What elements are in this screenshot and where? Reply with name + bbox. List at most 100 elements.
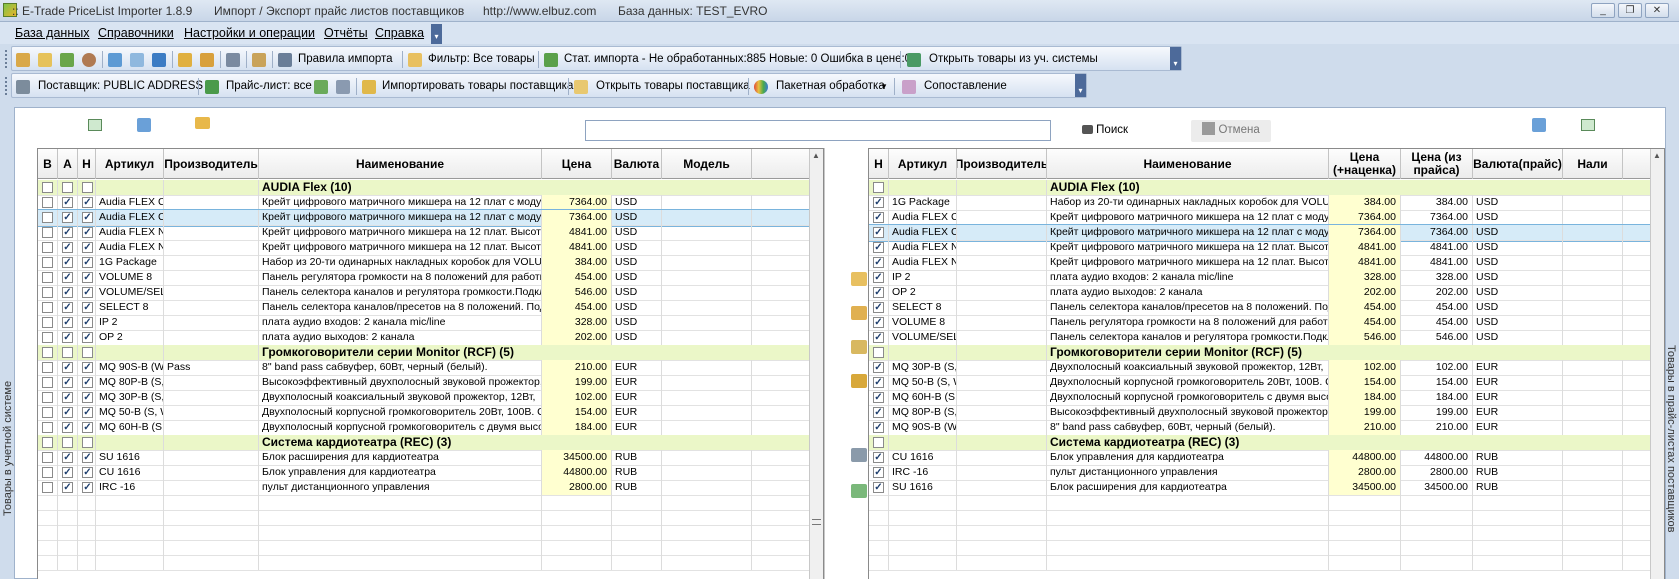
compare-button[interactable]: Сопоставление (924, 80, 1007, 92)
column-header[interactable]: А (58, 149, 78, 179)
row-checkbox-cell[interactable] (38, 405, 58, 420)
rules-icon[interactable] (16, 53, 30, 67)
table-row[interactable]: ✓ Audia FLEX CM Крейт цифрового матричного… (869, 224, 1664, 242)
column-header[interactable]: Н (78, 149, 96, 179)
table-row[interactable]: ✓ Audia FLEX CM Крейт цифрового матричного… (869, 210, 1664, 226)
open-supplier-button[interactable]: Открыть товары поставщика (596, 80, 750, 92)
row-checkbox[interactable]: ✓ (873, 227, 884, 238)
row-checkbox-cell[interactable] (38, 465, 58, 480)
search-input[interactable] (585, 120, 1051, 141)
column-header[interactable]: Н (869, 149, 889, 179)
row-checkbox[interactable]: ✓ (62, 407, 73, 418)
table-row[interactable]: ✓ ✓ MQ 50-B (S, W Двухполосный корпусной гр… (38, 405, 823, 421)
scroll-up-icon[interactable]: ▲ (1653, 151, 1661, 160)
row-checkbox-cell[interactable]: ✓ (58, 390, 78, 405)
row-checkbox-cell[interactable]: ✓ (869, 300, 889, 315)
delete-icon[interactable] (851, 448, 867, 462)
row-checkbox-cell[interactable]: ✓ (869, 360, 889, 375)
table-row[interactable]: ✓✓MQ 30P-B (S, VДвухполосный коаксиальны… (38, 390, 823, 406)
row-checkbox-cell[interactable]: ✓ (78, 390, 96, 405)
row-checkbox[interactable]: ✓ (62, 212, 73, 223)
group-checkbox[interactable] (42, 182, 53, 193)
table-row[interactable]: ✓ SELECT 8 Панель селектора каналов/пресет… (869, 300, 1664, 316)
table-row[interactable]: ✓✓Audia FLEX CMКрейт цифрового матричног… (38, 195, 823, 211)
row-checkbox-cell[interactable]: ✓ (78, 285, 96, 300)
row-checkbox-cell[interactable]: ✓ (58, 465, 78, 480)
row-checkbox-cell[interactable]: ✓ (58, 420, 78, 435)
row-checkbox[interactable]: ✓ (82, 242, 93, 253)
column-header[interactable]: Нали (1563, 149, 1623, 179)
import-rules-button[interactable]: Правила импорта (298, 53, 393, 65)
group-row[interactable]: Система кардиотеатра (REC) (3) (869, 435, 1664, 451)
row-checkbox[interactable]: ✓ (62, 392, 73, 403)
row-checkbox-cell[interactable]: ✓ (869, 420, 889, 435)
row-checkbox-cell[interactable]: ✓ (869, 255, 889, 270)
table-row[interactable]: ✓ ✓ 1G Package Набор из 20-ти одинарных нак… (38, 255, 823, 271)
table-row[interactable]: ✓✓MQ 80P-B (S, VВысокоэффективный двухпо… (38, 375, 823, 391)
row-checkbox-cell[interactable]: ✓ (869, 240, 889, 255)
row-checkbox[interactable]: ✓ (62, 197, 73, 208)
row-checkbox-cell[interactable]: ✓ (78, 300, 96, 315)
row-checkbox[interactable]: ✓ (62, 332, 73, 343)
column-header[interactable]: Цена (+наценка) (1329, 149, 1401, 179)
row-checkbox[interactable]: ✓ (82, 197, 93, 208)
row-checkbox-cell[interactable] (38, 390, 58, 405)
group-checkbox[interactable] (42, 347, 53, 358)
row-checkbox-cell[interactable]: ✓ (869, 330, 889, 345)
row-checkbox[interactable]: ✓ (873, 482, 884, 493)
row-checkbox[interactable]: ✓ (873, 257, 884, 268)
row-checkbox[interactable] (42, 272, 53, 283)
row-checkbox-cell[interactable]: ✓ (869, 225, 889, 240)
column-header[interactable]: Артикул (889, 149, 957, 179)
table-row[interactable]: ✓ ✓ MQ 90S-B (W) Pass 8" band pass сабвуфер,… (38, 360, 823, 376)
row-checkbox[interactable]: ✓ (82, 482, 93, 493)
toolbar-overflow[interactable]: ▾ (1075, 74, 1086, 97)
row-checkbox[interactable]: ✓ (873, 272, 884, 283)
row-checkbox-cell[interactable]: ✓ (58, 330, 78, 345)
cancel-button[interactable]: Отмена (1191, 120, 1271, 142)
row-checkbox[interactable]: ✓ (62, 362, 73, 373)
row-checkbox-cell[interactable]: ✓ (58, 480, 78, 495)
row-checkbox-cell[interactable] (38, 225, 58, 240)
row-checkbox[interactable]: ✓ (62, 242, 73, 253)
sort-icon[interactable] (137, 118, 151, 132)
row-checkbox[interactable] (42, 362, 53, 373)
row-checkbox-cell[interactable]: ✓ (58, 225, 78, 240)
group-checkbox[interactable] (873, 347, 884, 358)
row-checkbox[interactable]: ✓ (873, 332, 884, 343)
row-checkbox[interactable]: ✓ (82, 257, 93, 268)
row-checkbox-cell[interactable]: ✓ (869, 465, 889, 480)
side-label-supplier-goods[interactable]: Товары в прайс-листах поставщиков (1665, 345, 1677, 533)
row-checkbox[interactable] (42, 467, 53, 478)
row-checkbox[interactable]: ✓ (62, 467, 73, 478)
group-row[interactable]: Система кардиотеатра (REC) (3) (38, 435, 823, 451)
row-checkbox-cell[interactable] (38, 210, 58, 225)
row-checkbox-cell[interactable]: ✓ (869, 270, 889, 285)
toolbar-grip[interactable] (5, 77, 8, 95)
package-icon[interactable] (200, 53, 214, 67)
table-row[interactable]: ✓ MQ 30P-B (S, V Двухполосный коаксиальный… (869, 360, 1664, 376)
row-checkbox-cell[interactable]: ✓ (58, 360, 78, 375)
menu-settings[interactable]: Настройки и операции (184, 26, 315, 40)
row-checkbox-cell[interactable]: ✓ (869, 390, 889, 405)
row-checkbox-cell[interactable]: ✓ (869, 315, 889, 330)
column-header[interactable]: Производитель (957, 149, 1047, 179)
row-checkbox[interactable] (42, 377, 53, 388)
menu-references[interactable]: Справочники (98, 26, 174, 40)
table-row[interactable]: ✓ IP 2 плата аудио входов: 2 канала mic/li… (869, 270, 1664, 286)
row-checkbox-cell[interactable] (38, 375, 58, 390)
row-checkbox[interactable]: ✓ (62, 227, 73, 238)
row-checkbox[interactable]: ✓ (82, 392, 93, 403)
import-supplier-button[interactable]: Импортировать товары поставщика (382, 80, 573, 92)
row-checkbox[interactable]: ✓ (82, 422, 93, 433)
column-header[interactable]: В (38, 149, 58, 179)
row-checkbox[interactable] (42, 452, 53, 463)
group-row[interactable]: AUDIA Flex (10) (869, 180, 1664, 196)
table-row[interactable]: ✓ Audia FLEX NC Крейт цифрового матричного… (869, 255, 1664, 271)
row-checkbox-cell[interactable]: ✓ (58, 195, 78, 210)
row-checkbox[interactable]: ✓ (62, 452, 73, 463)
table-icon[interactable] (336, 80, 350, 94)
pricelist-selector[interactable]: Прайс-лист: все (226, 80, 312, 92)
row-checkbox-cell[interactable]: ✓ (78, 480, 96, 495)
table-row[interactable]: ✓ ✓ OP 2 плата аудио выходов: 2 канала 202.0… (38, 330, 823, 346)
